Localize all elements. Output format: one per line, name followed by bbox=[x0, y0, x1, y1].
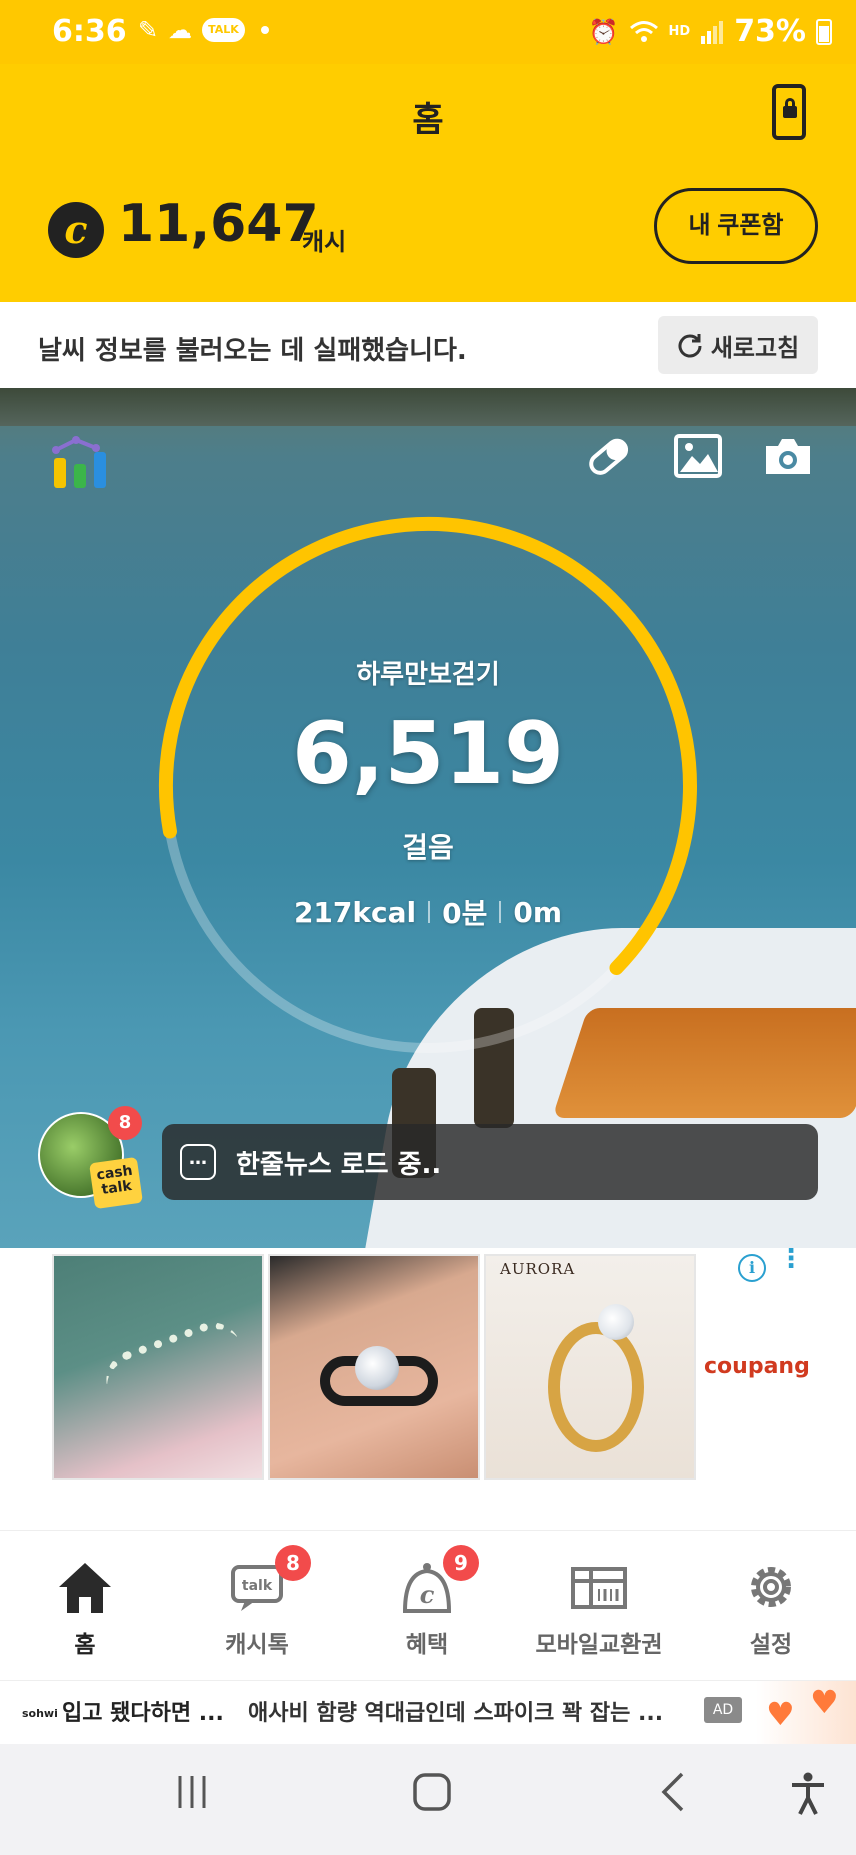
ad-product-gold-ring[interactable]: AURORA bbox=[484, 1254, 696, 1480]
system-navigation-bar bbox=[0, 1744, 856, 1855]
ad-image: ♥ ♥ bbox=[756, 1681, 856, 1745]
step-challenge-title: 하루만보걷기 bbox=[356, 660, 500, 690]
nav-mobile-voucher[interactable]: 모바일교환권 bbox=[514, 1559, 684, 1659]
heart-icon: ♥ bbox=[810, 1683, 839, 1721]
nav-home-label: 홈 bbox=[74, 1632, 96, 1658]
nav-cash-talk-badge: 8 bbox=[275, 1545, 311, 1581]
app-screen: 6:36 ✎ ☁ TALK ⏰ HD 73% 홈 c 11,647 캐시 내 쿠… bbox=[0, 0, 856, 1855]
step-unit: 걸음 bbox=[402, 831, 454, 864]
minutes-value: 0분 bbox=[442, 897, 488, 930]
my-coupons-button[interactable]: 내 쿠폰함 bbox=[654, 188, 818, 264]
notification-icons: ✎ ☁ TALK bbox=[138, 16, 269, 44]
refresh-button[interactable]: 새로고침 bbox=[658, 316, 818, 374]
nav-benefits-label: 혜택 bbox=[405, 1632, 449, 1658]
ad-description: 애사비 함량 역대급인데 스파이크 꽉 잡는 ... bbox=[248, 1701, 664, 1726]
svg-text:c: c bbox=[420, 1580, 435, 1609]
step-count: 6,519 bbox=[291, 704, 565, 804]
lock-screen-icon[interactable] bbox=[772, 84, 806, 140]
stat-divider bbox=[499, 901, 502, 923]
refresh-icon bbox=[678, 334, 702, 358]
cash-coin-icon: c bbox=[48, 202, 104, 258]
status-time: 6:36 bbox=[52, 14, 127, 49]
refresh-label: 새로고침 bbox=[710, 333, 800, 362]
stats-chart-icon[interactable] bbox=[50, 432, 110, 490]
product-ad-carousel: AURORA i ⋮ coupang bbox=[0, 1246, 856, 1488]
nav-cash-talk-label: 캐시톡 bbox=[225, 1632, 289, 1658]
more-notifications-dot bbox=[260, 26, 269, 34]
heart-icon: ♥ bbox=[766, 1695, 795, 1733]
home-button-icon[interactable] bbox=[412, 1772, 452, 1812]
gift-card-icon bbox=[569, 1559, 629, 1615]
nav-settings-label: 설정 bbox=[749, 1632, 793, 1658]
feather-icon: ✎ bbox=[138, 16, 159, 44]
nav-home[interactable]: 홈 bbox=[0, 1559, 170, 1659]
chat-bubble-icon: … bbox=[180, 1144, 216, 1180]
nav-benefits-badge: 9 bbox=[443, 1545, 479, 1581]
gear-icon bbox=[741, 1559, 801, 1615]
weather-icon: ☁ bbox=[168, 16, 193, 44]
aurora-logo: AURORA bbox=[500, 1260, 576, 1278]
gold-ring-image bbox=[548, 1322, 644, 1452]
gold-gem-image bbox=[598, 1304, 634, 1340]
back-icon[interactable] bbox=[654, 1772, 694, 1812]
signal-icon bbox=[701, 20, 724, 44]
stat-divider bbox=[428, 901, 431, 923]
page-title: 홈 bbox=[412, 100, 444, 140]
alarm-icon: ⏰ bbox=[588, 17, 619, 46]
news-badge: 8 bbox=[108, 1106, 142, 1140]
home-icon bbox=[55, 1559, 115, 1615]
bracelet-image bbox=[97, 1313, 251, 1419]
recent-apps-icon[interactable] bbox=[172, 1772, 212, 1812]
wifi-icon bbox=[629, 20, 658, 42]
nav-settings[interactable]: 설정 bbox=[686, 1559, 856, 1659]
advertiser-logo[interactable]: coupang bbox=[704, 1354, 810, 1379]
background-shore bbox=[0, 388, 856, 426]
nav-cash-talk[interactable]: talk 8 캐시톡 bbox=[172, 1545, 342, 1659]
system-status-icons: ⏰ HD 73% bbox=[589, 14, 832, 49]
cash-balance[interactable]: 11,647 bbox=[118, 194, 319, 254]
pill-icon[interactable] bbox=[582, 432, 634, 480]
ad-product-bracelet[interactable] bbox=[52, 1254, 264, 1480]
hd-voice-icon: HD bbox=[668, 23, 691, 39]
cash-unit: 캐시 bbox=[302, 228, 347, 256]
bottom-navigation: 홈 talk 8 캐시톡 c 9 혜택 모바일교환권 설정 bbox=[0, 1530, 856, 1678]
battery-icon bbox=[816, 18, 832, 45]
ad-product-ring[interactable] bbox=[268, 1254, 480, 1480]
accessibility-icon[interactable] bbox=[788, 1772, 828, 1816]
ad-brand: sohwi bbox=[22, 1707, 58, 1720]
camera-icon[interactable] bbox=[762, 432, 814, 480]
ad-tag: AD bbox=[704, 1697, 742, 1723]
nav-mobile-voucher-label: 모바일교환권 bbox=[535, 1632, 663, 1658]
one-line-news-bar[interactable]: … 한줄뉴스 로드 중.. bbox=[162, 1124, 818, 1200]
gallery-icon[interactable] bbox=[672, 432, 724, 480]
bottom-ad-banner[interactable]: sohwi 입고 됐다하면 ... 애사비 함량 역대급인데 스파이크 꽉 잡는… bbox=[0, 1680, 856, 1745]
ad-more-icon[interactable]: ⋮ bbox=[778, 1246, 804, 1284]
talk-icon: TALK bbox=[202, 18, 245, 42]
weather-error-message: 날씨 정보를 불러오는 데 실패했습니다. bbox=[38, 336, 467, 366]
nav-benefits[interactable]: c 9 혜택 bbox=[342, 1545, 512, 1659]
ad-info-icon[interactable]: i bbox=[738, 1254, 766, 1282]
weather-bar: 날씨 정보를 불러오는 데 실패했습니다. 새로고침 bbox=[0, 302, 856, 388]
calories-value: 217kcal bbox=[293, 895, 417, 929]
ring-gem-image bbox=[355, 1346, 399, 1390]
status-bar: 6:36 ✎ ☁ TALK ⏰ HD 73% bbox=[0, 0, 856, 64]
step-stats: 217kcal 0분 0m bbox=[0, 892, 856, 932]
benefit-icon: c 9 bbox=[397, 1545, 479, 1615]
cash-talk-logo: cash talk bbox=[89, 1156, 143, 1210]
step-counter-card[interactable]: 하루만보걷기 6,519 걸음 217kcal 0분 0m cash talk … bbox=[0, 388, 856, 1248]
news-loading-text: 한줄뉴스 로드 중.. bbox=[236, 1150, 442, 1180]
ad-title: 입고 됐다하면 ... bbox=[62, 1701, 224, 1726]
distance-value: 0m bbox=[513, 895, 563, 929]
app-header: 홈 c 11,647 캐시 내 쿠폰함 bbox=[0, 64, 856, 302]
talk-icon: talk 8 bbox=[227, 1545, 311, 1615]
battery-percent: 73% bbox=[734, 14, 806, 49]
svg-text:talk: talk bbox=[242, 1578, 273, 1594]
